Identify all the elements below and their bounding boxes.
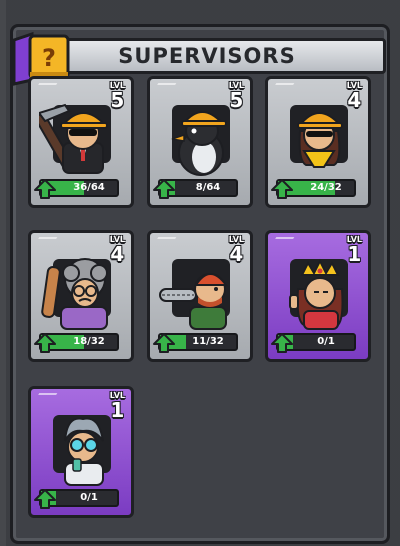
woman-with-hardhat-portrait <box>290 105 348 168</box>
card-sheen <box>34 393 58 401</box>
lumberjack-with-chainsaw-portrait <box>159 259 230 330</box>
grandma-with-rolling-pin-portrait <box>41 258 111 330</box>
card-sheen <box>271 237 295 245</box>
progress-text: 24/32 <box>310 182 342 193</box>
supervisor-card-scientist-with-goggles[interactable]: LVL 1 0/1 <box>28 386 134 518</box>
card-sheen <box>271 83 295 91</box>
card-sheen <box>34 237 58 245</box>
upgrade-arrow-icon <box>153 179 175 199</box>
progress-text: 18/32 <box>73 336 105 347</box>
supervisor-card-grandma-with-rolling-pin[interactable]: LVL 4 18/32 <box>28 230 134 362</box>
progress-text: 0/1 <box>317 336 335 347</box>
upgrade-arrow-icon <box>34 489 56 509</box>
progress-text: 0/1 <box>80 492 98 503</box>
title-bar: SUPERVISORS <box>28 38 386 74</box>
progress-text: 11/32 <box>192 336 224 347</box>
supervisor-card-penguin-with-hardhat[interactable]: LVL 5 8/64 <box>147 76 253 208</box>
supervisor-card-hardhat-worker-with-pickaxe[interactable]: LVL 5 36/64 <box>28 76 134 208</box>
panel-title: SUPERVISORS <box>118 44 296 68</box>
progress-text: 36/64 <box>73 182 105 193</box>
progress-text: 8/64 <box>195 182 221 193</box>
supervisor-card-woman-with-hardhat[interactable]: LVL 4 24/32 <box>265 76 371 208</box>
upgrade-arrow-icon <box>271 333 293 353</box>
upgrade-arrow-icon <box>34 333 56 353</box>
card-sheen <box>153 237 177 245</box>
penguin-with-hardhat-portrait <box>171 105 230 176</box>
card-sheen <box>34 83 58 91</box>
upgrade-arrow-icon <box>271 179 293 199</box>
scientist-with-goggles-portrait <box>53 415 111 486</box>
upgrade-arrow-icon <box>34 179 56 199</box>
queen-with-crown-portrait <box>289 258 348 330</box>
hardhat-worker-with-pickaxe-portrait <box>39 103 111 174</box>
upgrade-arrow-icon <box>153 333 175 353</box>
supervisor-card-lumberjack-with-chainsaw[interactable]: LVL 4 11/32 <box>147 230 253 362</box>
book-badge-text: ? <box>42 44 56 72</box>
card-sheen <box>153 83 177 91</box>
supervisor-card-queen-with-crown[interactable]: LVL 1 0/1 <box>265 230 371 362</box>
